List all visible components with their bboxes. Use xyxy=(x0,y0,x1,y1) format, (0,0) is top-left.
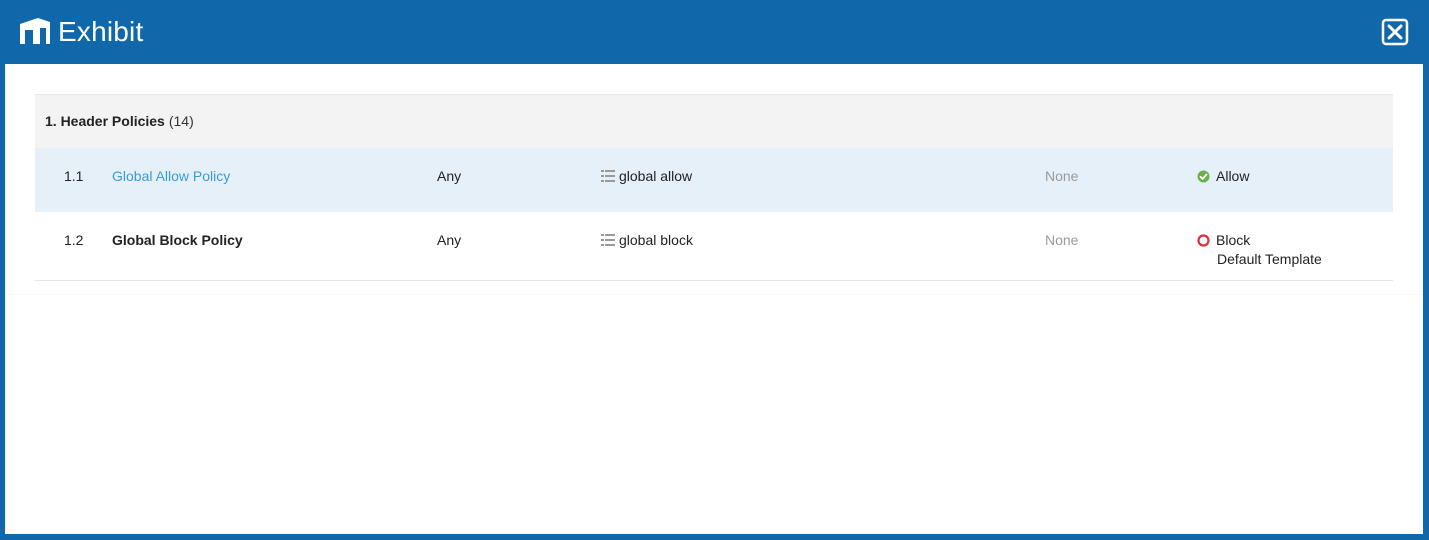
policy-extra: None xyxy=(1045,232,1079,248)
policy-row[interactable]: 1.1 Global Allow Policy Any global allow… xyxy=(35,148,1393,212)
policy-row[interactable]: 1.2 Global Block Policy Any global block… xyxy=(35,212,1393,281)
policy-name[interactable]: Global Block Policy xyxy=(112,232,243,248)
policy-action-label: Block xyxy=(1216,232,1251,248)
list-icon xyxy=(601,233,615,249)
policy-action-label: Allow xyxy=(1216,168,1250,184)
policy-list-name: global block xyxy=(619,232,693,248)
allow-check-icon xyxy=(1197,170,1210,187)
section-header[interactable]: 1. Header Policies (14) xyxy=(35,94,1393,149)
policy-action: Allow xyxy=(1197,168,1249,187)
section-title-text: 1. Header Policies xyxy=(45,113,165,129)
policy-name-link[interactable]: Global Allow Policy xyxy=(112,168,230,184)
close-icon[interactable] xyxy=(1381,18,1409,46)
policy-number: 1.1 xyxy=(64,168,84,184)
block-circle-icon xyxy=(1197,234,1210,251)
list-icon xyxy=(601,169,615,185)
title-bar: Exhibit xyxy=(0,0,1429,64)
policy-source: Any xyxy=(437,232,462,248)
policy-number: 1.2 xyxy=(64,232,84,248)
policy-action: Block Default Template xyxy=(1197,232,1322,268)
window-title: Exhibit xyxy=(58,16,144,47)
policy-list-name: global allow xyxy=(619,168,693,184)
exhibit-icon xyxy=(18,16,52,46)
exhibit-window: Exhibit 1. Header Policies (14) 1.1 Globa… xyxy=(0,0,1429,540)
divider xyxy=(5,294,1423,295)
policy-list: global block xyxy=(601,232,693,249)
section-title: 1. Header Policies (14) xyxy=(45,113,194,129)
policy-action-detail: Default Template xyxy=(1217,251,1322,267)
policy-source: Any xyxy=(437,168,462,184)
policy-extra: None xyxy=(1045,168,1079,184)
exhibit-content: 1. Header Policies (14) 1.1 Global Allow … xyxy=(5,64,1423,534)
section-count: (14) xyxy=(168,113,194,129)
policy-list: global allow xyxy=(601,168,692,185)
